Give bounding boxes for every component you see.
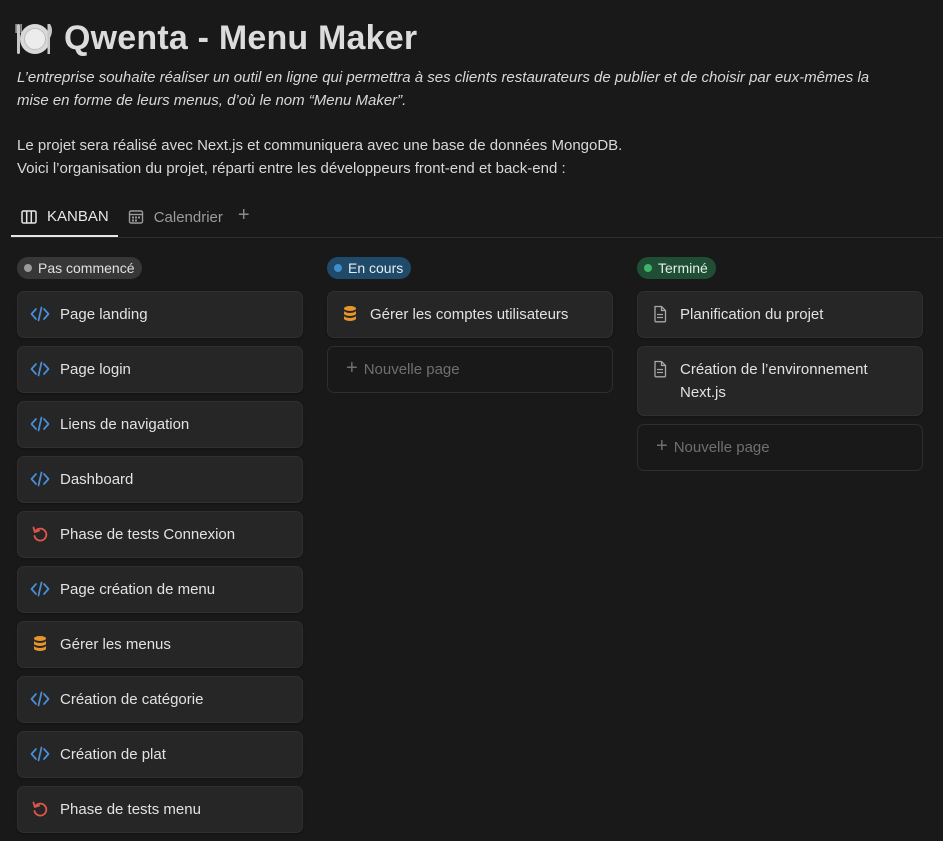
status-dot xyxy=(24,264,32,272)
plus-icon: + xyxy=(656,435,668,457)
document-icon xyxy=(650,359,670,379)
calendar-icon xyxy=(127,208,145,226)
status-dot xyxy=(644,264,652,272)
page-paragraph-organization: Voici l’organisation du projet, réparti … xyxy=(17,160,566,177)
code-icon xyxy=(30,414,50,434)
retry-icon xyxy=(30,799,50,819)
card-creation-environnement-nextjs[interactable]: Création de l’environnement Next.js xyxy=(637,346,923,416)
plus-icon: + xyxy=(346,357,358,379)
card-creation-de-plat[interactable]: Création de plat xyxy=(17,731,303,778)
page-header: Qwenta - Menu Maker L’entreprise souhait… xyxy=(14,14,923,180)
status-label: En cours xyxy=(348,260,404,276)
card-gerer-les-menus[interactable]: Gérer les menus xyxy=(17,621,303,668)
card-creation-de-categorie[interactable]: Création de catégorie xyxy=(17,676,303,723)
card-page-login[interactable]: Page login xyxy=(17,346,303,393)
status-badge: Terminé xyxy=(637,257,716,279)
page-intro: L’entreprise souhaite réaliser un outil … xyxy=(17,69,870,109)
tab-calendrier-label: Calendrier xyxy=(153,208,223,226)
card-phase-de-tests-menu[interactable]: Phase de tests menu xyxy=(17,786,303,833)
card-title: Page landing xyxy=(60,306,148,323)
card-planification-du-projet[interactable]: Planification du projet xyxy=(637,291,923,338)
card-title: Création de plat xyxy=(60,746,166,763)
card-title: Page login xyxy=(60,361,131,378)
column-pas-commence: Pas commencé Page landing Page login Lie… xyxy=(17,257,303,841)
card-title: Liens de navigation xyxy=(60,416,190,433)
tab-kanban-label: KANBAN xyxy=(47,208,109,225)
code-icon xyxy=(30,359,50,379)
card-page-landing[interactable]: Page landing xyxy=(17,291,303,338)
card-title: Planification du projet xyxy=(680,306,824,323)
page-title: Qwenta - Menu Maker xyxy=(64,18,418,57)
status-badge: Pas commencé xyxy=(17,257,143,279)
board-icon xyxy=(20,208,38,226)
plate-cutlery-icon[interactable] xyxy=(14,18,54,58)
title-row: Qwenta - Menu Maker xyxy=(14,14,923,62)
database-icon xyxy=(340,304,360,324)
card-dashboard[interactable]: Dashboard xyxy=(17,456,303,503)
new-page-button[interactable]: + Nouvelle page xyxy=(637,424,923,471)
code-icon xyxy=(30,689,50,709)
new-page-label: Nouvelle page xyxy=(673,439,770,456)
code-icon xyxy=(30,304,50,324)
card-title: Phase de tests menu xyxy=(60,801,201,818)
status-label: Pas commencé xyxy=(38,260,135,276)
database-icon xyxy=(30,634,50,654)
card-title: Dashboard xyxy=(60,471,134,488)
new-page-label: Nouvelle page xyxy=(363,361,460,378)
retry-icon xyxy=(30,524,50,544)
card-phase-de-tests-connexion[interactable]: Phase de tests Connexion xyxy=(17,511,303,558)
tab-kanban[interactable]: KANBAN xyxy=(11,198,118,237)
status-dot xyxy=(334,264,342,272)
card-page-creation-de-menu[interactable]: Page création de menu xyxy=(17,566,303,613)
card-title: Gérer les menus xyxy=(60,636,171,653)
card-title: Création de catégorie xyxy=(60,691,204,708)
card-title: Page création de menu xyxy=(60,581,216,598)
page-paragraph-tech: Le projet sera réalisé avec Next.js et c… xyxy=(17,137,623,154)
code-icon xyxy=(30,744,50,764)
tab-calendrier[interactable]: Calendrier xyxy=(118,198,232,236)
status-label: Terminé xyxy=(658,260,708,276)
card-liens-de-navigation[interactable]: Liens de navigation xyxy=(17,401,303,448)
new-page-button[interactable]: + Nouvelle page xyxy=(327,346,613,393)
card-title: Phase de tests Connexion xyxy=(60,526,236,543)
card-gerer-les-comptes-utilisateurs[interactable]: Gérer les comptes utilisateurs xyxy=(327,291,613,338)
add-view-button[interactable]: + xyxy=(232,204,256,227)
status-badge: En cours xyxy=(327,257,412,279)
document-icon xyxy=(650,304,670,324)
card-title: Gérer les comptes utilisateurs xyxy=(370,306,569,323)
view-tabs: KANBAN Calendrier + xyxy=(11,197,943,238)
code-icon xyxy=(30,579,50,599)
card-title: Création de l’environnement Next.js xyxy=(680,361,868,401)
column-termine: Terminé Planification du projet Création… xyxy=(637,257,923,471)
column-en-cours: En cours Gérer les comptes utilisateurs … xyxy=(327,257,613,393)
code-icon xyxy=(30,469,50,489)
